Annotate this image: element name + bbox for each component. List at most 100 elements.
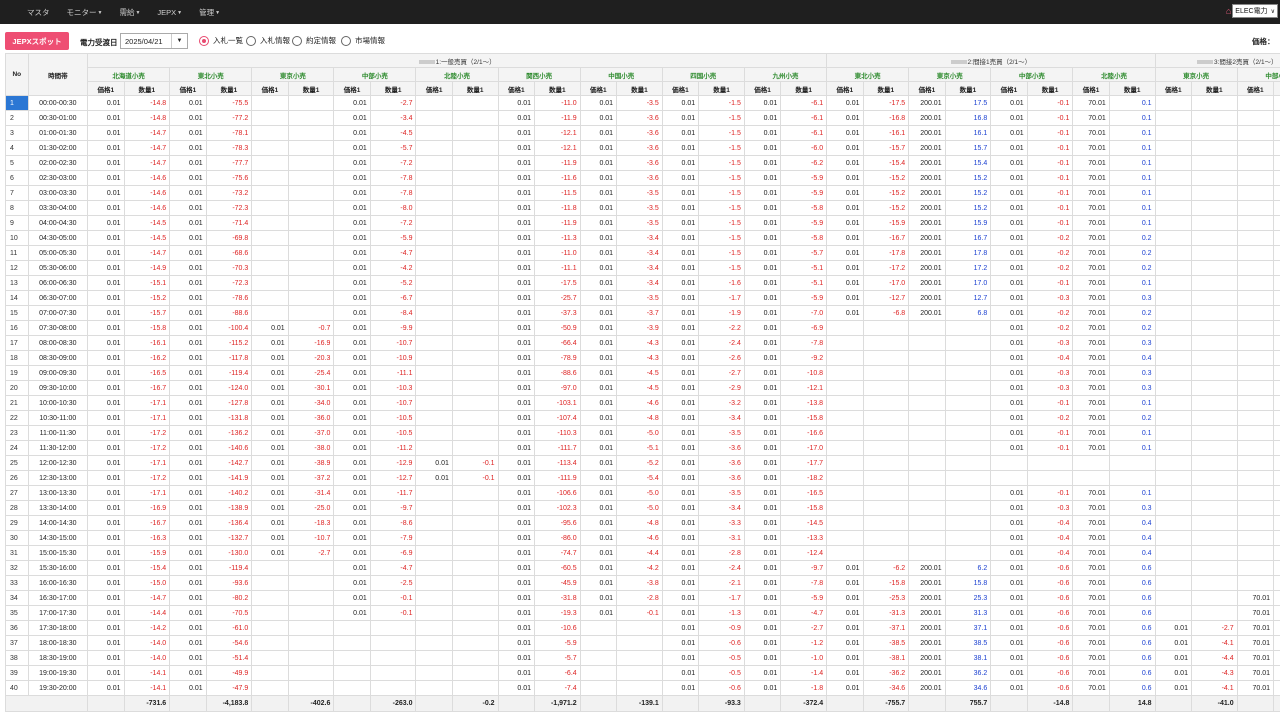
quantity-cell[interactable] <box>287 575 335 591</box>
quantity-cell[interactable] <box>1190 605 1238 621</box>
quantity-cell[interactable] <box>1190 530 1238 546</box>
price-cell[interactable]: 0.01 <box>251 365 289 381</box>
quantity-cell[interactable]: -5.0 <box>616 485 663 501</box>
price-cell[interactable]: 0.01 <box>251 335 289 351</box>
price-cell[interactable] <box>251 620 289 636</box>
time-slot[interactable]: 15:30-16:00 <box>27 560 89 576</box>
price-header[interactable]: 価格1 <box>333 81 371 96</box>
time-slot[interactable]: 04:00-04:30 <box>27 215 89 231</box>
quantity-cell[interactable]: -37.1 <box>862 620 910 636</box>
quantity-cell[interactable]: -131.8 <box>205 410 253 426</box>
price-cell[interactable]: 0.01 <box>579 110 618 126</box>
price-cell[interactable] <box>415 305 453 321</box>
quantity-cell[interactable]: 37.1 <box>944 620 992 636</box>
quantity-cell[interactable]: 38.5 <box>944 635 992 651</box>
quantity-cell[interactable]: -5.0 <box>616 425 663 441</box>
quantity-cell[interactable] <box>451 560 499 576</box>
quantity-cell[interactable]: -15.8 <box>780 500 828 516</box>
price-cell[interactable]: 0.01 <box>333 185 371 201</box>
radio-option[interactable]: 約定情報 <box>292 35 336 46</box>
quantity-cell[interactable]: -0.6 <box>1026 620 1074 636</box>
price-cell[interactable]: 0.01 <box>661 410 700 426</box>
price-cell[interactable] <box>251 635 289 651</box>
quantity-cell[interactable]: -0.6 <box>1026 635 1074 651</box>
price-cell[interactable]: 0.01 <box>579 140 618 156</box>
quantity-cell[interactable]: -3.4 <box>698 500 745 516</box>
price-cell[interactable] <box>1154 380 1192 396</box>
quantity-cell[interactable]: -141.9 <box>205 470 253 486</box>
price-cell[interactable]: 0.01 <box>579 290 618 306</box>
price-cell[interactable]: 70.01 <box>1072 620 1110 636</box>
quantity-cell[interactable]: 0.3 <box>1108 290 1156 306</box>
quantity-cell[interactable] <box>287 560 335 576</box>
quantity-cell[interactable]: -4.5 <box>369 125 417 141</box>
quantity-cell[interactable]: -1.2 <box>780 635 828 651</box>
quantity-cell[interactable]: -7.2 <box>369 215 417 231</box>
price-cell[interactable]: 0.01 <box>251 455 289 471</box>
price-cell[interactable]: 0.01 <box>333 410 371 426</box>
quantity-cell[interactable]: 0.4 <box>1108 545 1156 561</box>
quantity-cell[interactable]: -3.5 <box>616 185 663 201</box>
price-cell[interactable]: 0.01 <box>661 560 700 576</box>
price-cell[interactable]: 0.01 <box>826 635 864 651</box>
price-cell[interactable] <box>826 320 864 336</box>
quantity-cell[interactable]: 7. <box>1273 650 1280 666</box>
quantity-cell[interactable]: -20.3 <box>287 350 335 366</box>
price-cell[interactable] <box>1236 140 1275 156</box>
quantity-cell[interactable]: 3. <box>1273 605 1280 621</box>
price-cell[interactable]: 0.01 <box>743 395 782 411</box>
price-cell[interactable]: 0.01 <box>333 440 371 456</box>
quantity-cell[interactable] <box>1273 320 1280 336</box>
price-cell[interactable]: 70.01 <box>1072 680 1110 696</box>
time-slot[interactable]: 02:30-03:00 <box>27 170 89 186</box>
quantity-cell[interactable]: 0.1 <box>1108 425 1156 441</box>
price-cell[interactable]: 70.01 <box>1236 665 1275 681</box>
quantity-cell[interactable]: -0.1 <box>1026 155 1074 171</box>
quantity-cell[interactable]: -1.5 <box>698 215 745 231</box>
price-cell[interactable]: 0.01 <box>497 125 535 141</box>
price-cell[interactable]: 70.01 <box>1072 230 1110 246</box>
price-cell[interactable]: 0.01 <box>743 335 782 351</box>
quantity-cell[interactable] <box>1190 305 1238 321</box>
quantity-cell[interactable]: -0.1 <box>1026 440 1074 456</box>
price-cell[interactable] <box>415 245 453 261</box>
time-slot[interactable]: 13:00-13:30 <box>27 485 89 501</box>
price-cell[interactable] <box>415 485 453 501</box>
quantity-cell[interactable]: 0.6 <box>1108 560 1156 576</box>
quantity-cell[interactable] <box>1273 470 1280 486</box>
price-cell[interactable]: 0.01 <box>87 200 125 216</box>
quantity-header[interactable]: 数量1 <box>698 81 745 96</box>
quantity-cell[interactable]: -5.7 <box>780 245 828 261</box>
quantity-cell[interactable]: 15.2 <box>944 185 992 201</box>
quantity-cell[interactable] <box>1190 245 1238 261</box>
price-cell[interactable]: 0.01 <box>661 470 700 486</box>
quantity-cell[interactable]: -10.5 <box>369 425 417 441</box>
quantity-cell[interactable]: -4.3 <box>616 350 663 366</box>
price-cell[interactable]: 70.01 <box>1072 95 1110 111</box>
quantity-cell[interactable]: -0.1 <box>1026 275 1074 291</box>
quantity-cell[interactable] <box>1273 155 1280 171</box>
quantity-cell[interactable]: -0.2 <box>1026 245 1074 261</box>
quantity-cell[interactable]: -0.6 <box>1026 680 1074 696</box>
price-cell[interactable] <box>251 155 289 171</box>
quantity-cell[interactable]: -3.6 <box>698 440 745 456</box>
quantity-cell[interactable]: -4.8 <box>616 515 663 531</box>
price-cell[interactable]: 0.01 <box>497 530 535 546</box>
quantity-cell[interactable]: -5.0 <box>616 500 663 516</box>
quantity-cell[interactable]: -6.2 <box>780 155 828 171</box>
quantity-cell[interactable]: -107.4 <box>533 410 581 426</box>
price-cell[interactable]: 0.01 <box>743 665 782 681</box>
price-cell[interactable]: 0.01 <box>251 440 289 456</box>
price-cell[interactable]: 70.01 <box>1072 515 1110 531</box>
quantity-cell[interactable]: -7.0 <box>780 305 828 321</box>
quantity-cell[interactable]: -34.0 <box>287 395 335 411</box>
price-cell[interactable] <box>1154 170 1192 186</box>
price-cell[interactable] <box>251 575 289 591</box>
price-cell[interactable]: 0.01 <box>169 680 207 696</box>
time-slot[interactable]: 18:00-18:30 <box>27 635 89 651</box>
quantity-cell[interactable]: 6.2 <box>944 560 992 576</box>
quantity-cell[interactable]: -0.3 <box>1026 500 1074 516</box>
quantity-cell[interactable] <box>1190 260 1238 276</box>
price-cell[interactable]: 0.01 <box>333 530 371 546</box>
quantity-cell[interactable]: -15.8 <box>862 575 910 591</box>
